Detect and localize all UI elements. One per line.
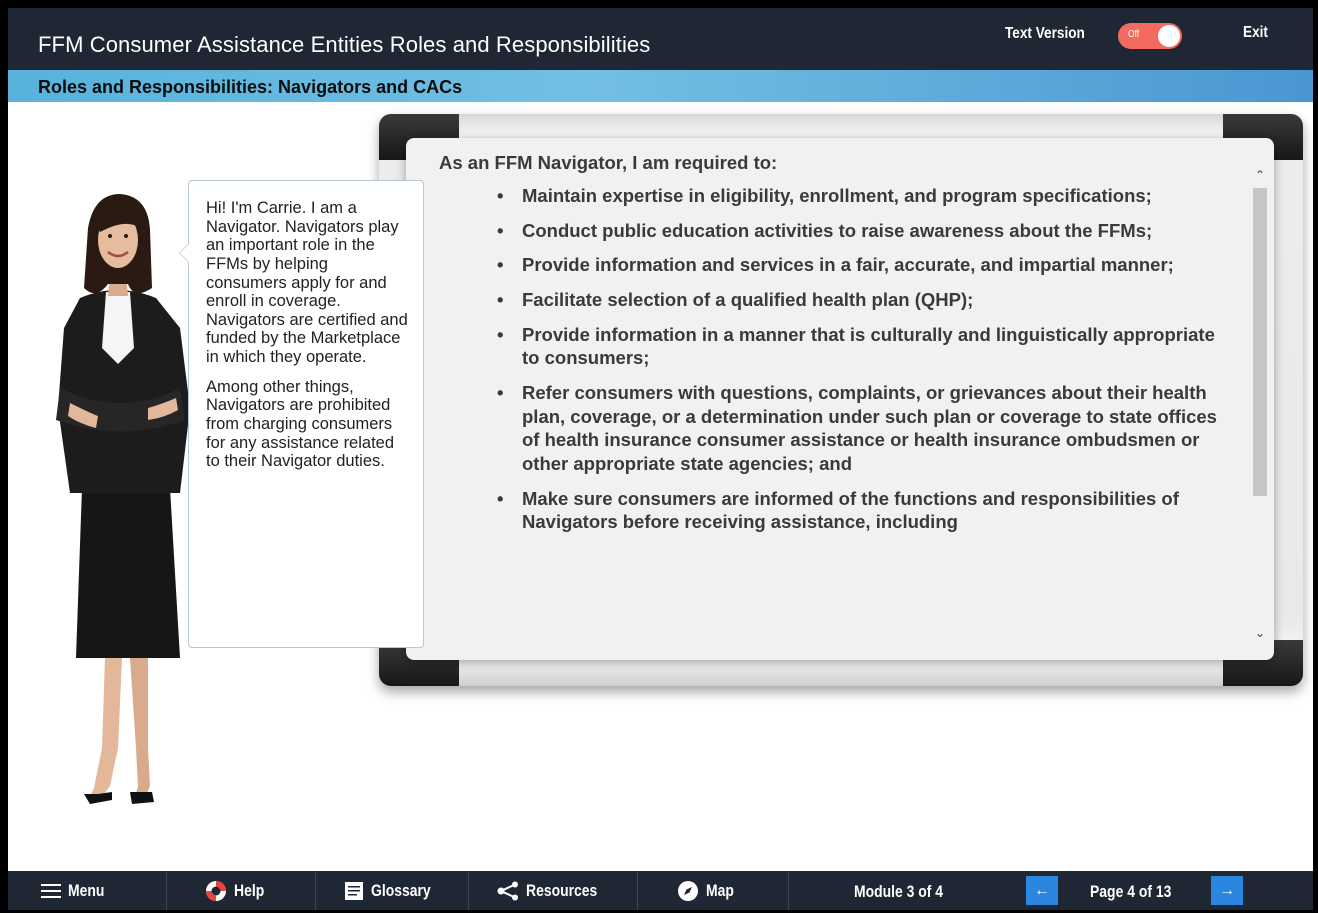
next-page-button[interactable]: →	[1211, 876, 1243, 905]
chevron-down-icon[interactable]: ⌄	[1253, 626, 1267, 640]
vertical-scrollbar[interactable]: ⌃ ⌄	[1253, 168, 1267, 640]
requirements-list: Maintain expertise in eligibility, enrol…	[497, 184, 1246, 534]
arrow-right-icon: →	[1219, 882, 1235, 899]
map-button[interactable]: Map	[677, 871, 740, 910]
chevron-up-icon[interactable]: ⌃	[1253, 168, 1267, 182]
help-label: Help	[234, 880, 265, 900]
arrow-left-icon: ←	[1034, 882, 1050, 899]
page-indicator: Page 4 of 13	[1090, 882, 1172, 901]
speech-bubble: Hi! I'm Carrie. I am a Navigator. Naviga…	[179, 180, 424, 648]
page-title: Roles and Responsibilities: Navigators a…	[38, 77, 463, 97]
course-title: FFM Consumer Assistance Entities Roles a…	[38, 32, 651, 57]
nav-divider	[166, 871, 167, 910]
board-heading: As an FFM Navigator, I am required to:	[439, 152, 778, 173]
bubble-paragraph: Among other things, Navigators are prohi…	[206, 377, 395, 471]
bubble-paragraph: Hi! I'm Carrie. I am a Navigator. Naviga…	[206, 199, 408, 367]
list-item: Facilitate selection of a qualified heal…	[497, 288, 1236, 312]
lifebuoy-icon	[206, 880, 226, 901]
speech-bubble-tail	[179, 243, 189, 263]
course-window: FFM Consumer Assistance Entities Roles a…	[8, 8, 1313, 910]
glossary-book-icon	[345, 881, 363, 900]
module-indicator: Module 3 of 4	[854, 882, 944, 901]
text-version-toggle[interactable]: Off	[1118, 23, 1182, 49]
hamburger-icon	[41, 883, 61, 898]
glossary-button[interactable]: Glossary	[344, 871, 444, 910]
menu-button[interactable]: Menu	[41, 871, 112, 910]
exit-button[interactable]: Exit	[1243, 24, 1268, 42]
list-item: Refer consumers with questions, complain…	[497, 381, 1236, 476]
list-item: Provide information and services in a fa…	[497, 253, 1236, 277]
list-item: Provide information in a manner that is …	[497, 323, 1236, 370]
nav-divider	[468, 871, 469, 910]
resources-button[interactable]: Resources	[497, 871, 613, 910]
glossary-label: Glossary	[371, 880, 431, 900]
top-bar: FFM Consumer Assistance Entities Roles a…	[8, 8, 1313, 70]
text-version-label: Text Version	[1005, 25, 1085, 42]
previous-page-button[interactable]: ←	[1026, 876, 1058, 905]
map-label: Map	[706, 880, 734, 900]
toggle-state-text: Off	[1128, 29, 1140, 40]
scrollbar-thumb[interactable]	[1253, 188, 1267, 496]
nav-divider	[637, 871, 638, 910]
navigator-character-image	[56, 194, 190, 804]
whiteboard-scroll-area[interactable]: As an FFM Navigator, I am required to: M…	[406, 138, 1246, 660]
resources-label: Resources	[526, 880, 598, 900]
list-item: Maintain expertise in eligibility, enrol…	[497, 184, 1236, 208]
help-button[interactable]: Help	[205, 871, 271, 910]
section-bar: Roles and Responsibilities: Navigators a…	[8, 70, 1313, 102]
nav-divider	[315, 871, 316, 910]
nav-divider	[788, 871, 789, 910]
compass-icon	[678, 880, 698, 901]
list-item: Make sure consumers are informed of the …	[497, 487, 1236, 534]
bottom-nav-bar: Menu Help Glossary Resources Map Module …	[8, 871, 1313, 910]
menu-label: Menu	[68, 880, 105, 900]
share-icon	[497, 881, 518, 900]
whiteboard: As an FFM Navigator, I am required to: M…	[379, 114, 1303, 686]
list-item: Conduct public education activities to r…	[497, 219, 1236, 243]
whiteboard-content-panel[interactable]: As an FFM Navigator, I am required to: M…	[406, 138, 1274, 660]
toggle-knob	[1158, 25, 1180, 47]
